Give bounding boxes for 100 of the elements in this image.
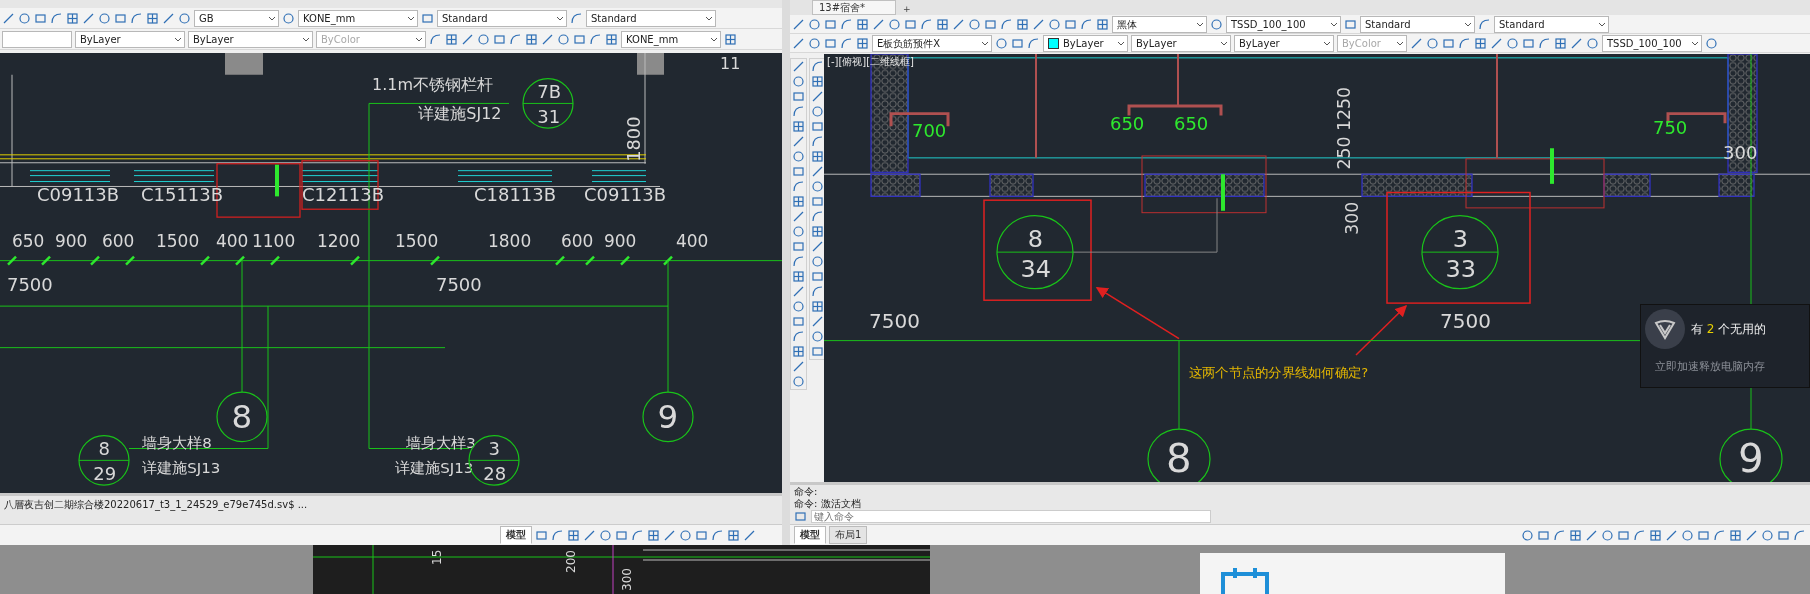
dropdown[interactable]: ByLayer <box>75 30 185 48</box>
rect-icon[interactable] <box>984 17 997 31</box>
arc-icon[interactable] <box>1000 17 1013 31</box>
rect-icon[interactable] <box>695 528 708 542</box>
line-icon[interactable] <box>162 11 175 25</box>
circle-icon[interactable] <box>98 11 111 25</box>
dropdown[interactable]: ByLayer <box>1234 34 1334 52</box>
line-icon[interactable] <box>811 90 824 103</box>
grid-icon[interactable] <box>1729 528 1742 542</box>
arc-icon[interactable] <box>792 255 805 268</box>
dropdown[interactable]: Standard <box>437 9 567 27</box>
circle-icon[interactable] <box>808 36 821 50</box>
grid-icon[interactable] <box>1016 17 1029 31</box>
layout-tab[interactable]: 模型 <box>500 526 532 544</box>
rect-icon[interactable] <box>114 11 127 25</box>
rect-icon[interactable] <box>811 345 824 358</box>
line-icon[interactable] <box>2 11 15 25</box>
arc-icon[interactable] <box>570 11 583 25</box>
circle-icon[interactable] <box>1601 528 1614 542</box>
arc-icon[interactable] <box>811 210 824 223</box>
circle-icon[interactable] <box>178 11 191 25</box>
grid-icon[interactable] <box>792 270 805 283</box>
circle-icon[interactable] <box>811 255 824 268</box>
grid-icon[interactable] <box>647 528 660 542</box>
grid-icon[interactable] <box>1554 36 1567 50</box>
arc-icon[interactable] <box>840 36 853 50</box>
circle-icon[interactable] <box>1210 17 1223 31</box>
arc-icon[interactable] <box>1027 36 1040 50</box>
arc-icon[interactable] <box>1080 17 1093 31</box>
command-input[interactable]: 键入命令 <box>811 510 1211 523</box>
line-icon[interactable] <box>792 210 805 223</box>
circle-icon[interactable] <box>1761 528 1774 542</box>
dropdown[interactable]: KONE_mm <box>298 9 418 27</box>
line-icon[interactable] <box>541 32 554 46</box>
grid-icon[interactable] <box>1474 36 1487 50</box>
circle-icon[interactable] <box>1521 528 1534 542</box>
dropdown[interactable]: KONE_mm <box>621 30 721 48</box>
line-icon[interactable] <box>872 17 885 31</box>
line-icon[interactable] <box>792 36 805 50</box>
arc-icon[interactable] <box>920 17 933 31</box>
rect-icon[interactable] <box>535 528 548 542</box>
grid-icon[interactable] <box>146 11 159 25</box>
line-icon[interactable] <box>952 17 965 31</box>
dropdown[interactable]: GB <box>194 9 279 27</box>
arc-icon[interactable] <box>811 285 824 298</box>
dropdown[interactable]: Standard <box>586 9 716 27</box>
arc-icon[interactable] <box>1713 528 1726 542</box>
line-icon[interactable] <box>811 315 824 328</box>
line-icon[interactable] <box>811 165 824 178</box>
dropdown[interactable]: ByLayer <box>1131 34 1231 52</box>
arc-icon[interactable] <box>551 528 564 542</box>
grid-icon[interactable] <box>724 32 737 46</box>
dropdown[interactable]: ByLayer <box>188 30 313 48</box>
line-icon[interactable] <box>663 528 676 542</box>
circle-icon[interactable] <box>811 330 824 343</box>
grid-icon[interactable] <box>567 528 580 542</box>
rect-icon[interactable] <box>1442 36 1455 50</box>
rect-icon[interactable] <box>794 510 807 523</box>
line-icon[interactable] <box>792 60 805 73</box>
arc-icon[interactable] <box>840 17 853 31</box>
layout-tab[interactable]: 模型 <box>794 526 826 544</box>
line-icon[interactable] <box>792 285 805 298</box>
line-icon[interactable] <box>461 32 474 46</box>
circle-icon[interactable] <box>1426 36 1439 50</box>
rect-icon[interactable] <box>811 270 824 283</box>
rect-icon[interactable] <box>1011 36 1024 50</box>
arc-icon[interactable] <box>1458 36 1471 50</box>
line-icon[interactable] <box>743 528 756 542</box>
arc-icon[interactable] <box>1553 528 1566 542</box>
circle-icon[interactable] <box>18 11 31 25</box>
line-icon[interactable] <box>1745 528 1758 542</box>
circle-icon[interactable] <box>599 528 612 542</box>
rect-icon[interactable] <box>792 315 805 328</box>
grid-icon[interactable] <box>1096 17 1109 31</box>
arc-icon[interactable] <box>792 105 805 118</box>
line-icon[interactable] <box>1585 528 1598 542</box>
rect-icon[interactable] <box>421 11 434 25</box>
rect-icon[interactable] <box>1777 528 1790 542</box>
arc-icon[interactable] <box>429 32 442 46</box>
circle-icon[interactable] <box>811 105 824 118</box>
rect-icon[interactable] <box>615 528 628 542</box>
grid-icon[interactable] <box>811 75 824 88</box>
layout-tab[interactable]: 布局1 <box>829 526 868 544</box>
arc-icon[interactable] <box>631 528 644 542</box>
arc-icon[interactable] <box>1793 528 1806 542</box>
rect-icon[interactable] <box>792 240 805 253</box>
grid-icon[interactable] <box>792 195 805 208</box>
arc-icon[interactable] <box>589 32 602 46</box>
rect-icon[interactable] <box>1537 528 1550 542</box>
grid-icon[interactable] <box>811 225 824 238</box>
grid-icon[interactable] <box>66 11 79 25</box>
grid-icon[interactable] <box>525 32 538 46</box>
new-tab-button[interactable]: + <box>900 3 914 15</box>
circle-icon[interactable] <box>968 17 981 31</box>
circle-icon[interactable] <box>792 150 805 163</box>
line-icon[interactable] <box>583 528 596 542</box>
circle-icon[interactable] <box>1586 36 1599 50</box>
arc-icon[interactable] <box>711 528 724 542</box>
rect-icon[interactable] <box>904 17 917 31</box>
circle-icon[interactable] <box>557 32 570 46</box>
